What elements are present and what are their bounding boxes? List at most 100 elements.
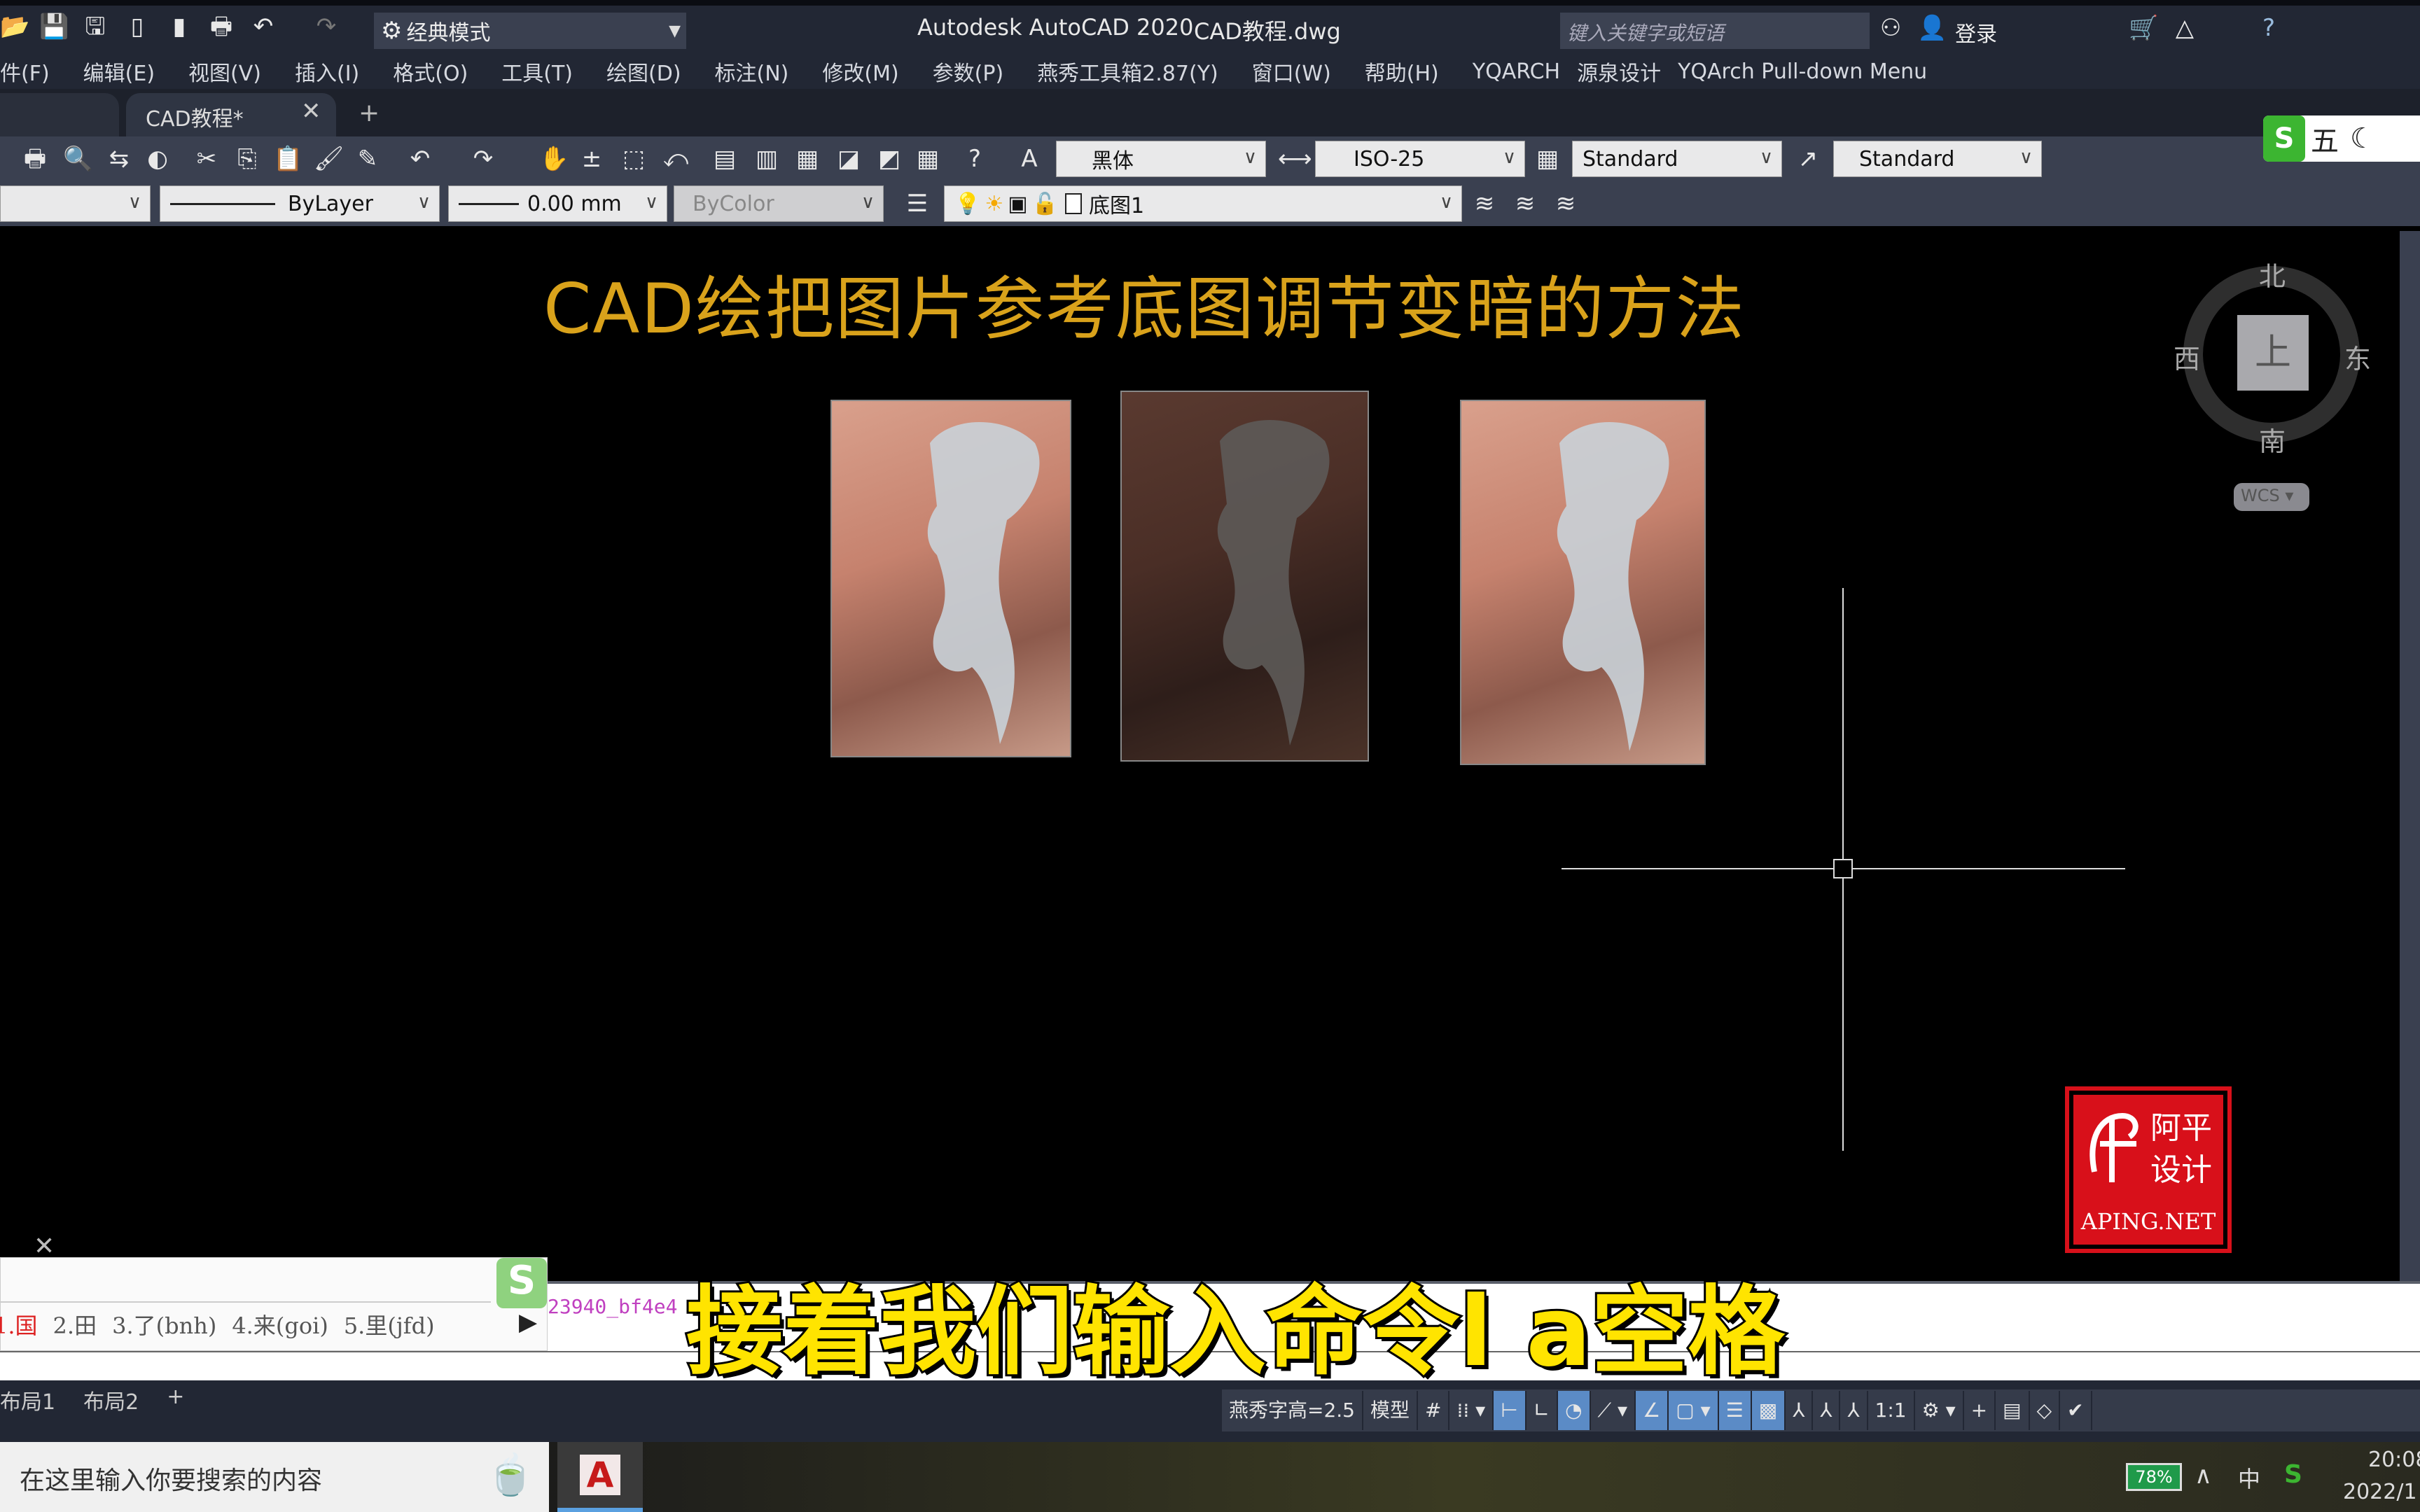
tab-layout1[interactable]: 布局1 [0,1385,55,1415]
color-dropdown[interactable]: ∨ [0,186,151,222]
copy-icon[interactable]: ⎘ [233,144,261,174]
open-icon[interactable]: 📂 [0,11,29,42]
markup-icon[interactable]: ◩ [875,144,903,174]
mleader-style-icon[interactable]: ↗ [1794,144,1822,174]
quick-properties-icon[interactable]: ▤ [1996,1391,2030,1430]
plot-icon[interactable]: 🖶 [21,144,49,174]
tool-palettes-icon[interactable]: ▦ [793,144,821,174]
plot-style-dropdown[interactable]: ByColor ∨ [674,186,884,222]
auto-scale-icon[interactable]: ⅄ [1813,1391,1841,1430]
menu-modify[interactable]: 修改(M) [822,56,898,87]
properties-icon[interactable]: ▤ [711,144,739,174]
publish-icon[interactable]: ▮ [165,11,193,42]
reference-image-restored[interactable] [1460,400,1706,765]
calculator-icon[interactable]: ▦ [914,144,942,174]
grid-icon[interactable]: # [1418,1391,1450,1430]
undo-icon[interactable]: ↶ [406,144,434,174]
login-button[interactable]: 登录 [1955,17,1997,48]
new-layout-button[interactable]: + [167,1385,184,1415]
annotation-scale-icon[interactable]: ⅄ [1840,1391,1868,1430]
design-center-icon[interactable]: ▥ [753,144,781,174]
menu-yqarch[interactable]: YQARCH [1473,59,1560,84]
viewcube-north[interactable]: 北 [2259,255,2286,293]
help-icon[interactable]: ? [961,144,989,174]
menu-parametric[interactable]: 参数(P) [933,56,1004,87]
ime-candidate[interactable]: 4.来(goi) [232,1308,328,1340]
moon-icon[interactable]: ☾ [2350,122,2375,155]
autodesk-app-icon[interactable]: △ [2171,13,2199,43]
plot-icon[interactable]: 🖶 [207,11,235,42]
dim-style-dropdown[interactable]: ISO-25 ∨ [1315,141,1525,177]
linetype-dropdown[interactable]: ByLayer ∨ [160,186,440,222]
ime-candidate[interactable]: 2.田 [53,1308,97,1340]
mleader-style-dropdown[interactable]: Standard ∨ [1833,141,2042,177]
save-as-icon[interactable]: 🖫 [81,11,109,42]
hardware-acceleration-icon[interactable]: ✔ [2060,1391,2092,1430]
menu-edit[interactable]: 编辑(E) [83,56,155,87]
layer-previous-icon[interactable]: ≋ [1511,188,1539,219]
table-style-dropdown[interactable]: Standard ∨ [1572,141,1782,177]
save-icon[interactable]: 💾 [39,11,69,42]
object-snap-icon[interactable]: ▢ ▾ [1669,1391,1719,1430]
tab-layout2[interactable]: 布局2 [83,1385,139,1415]
taskbar-autocad-button[interactable]: A [557,1442,643,1512]
close-command-icon[interactable]: ✕ [34,1232,55,1261]
scale-dropdown[interactable]: 1:1 [1868,1391,1915,1430]
layer-properties-icon[interactable]: ☰ [903,188,931,219]
menu-yuanquan[interactable]: 源泉设计 [1577,56,1661,87]
zoom-realtime-icon[interactable]: ± [578,144,606,174]
object-snap-tracking-icon[interactable]: ∠ [1636,1391,1669,1430]
menu-yanxiu[interactable]: 燕秀工具箱2.87(Y) [1037,56,1218,87]
snap-icon[interactable]: ⁞⁞ ▾ [1449,1391,1494,1430]
ime-candidate[interactable]: 1.国 [0,1308,38,1340]
layer-dropdown[interactable]: 💡 ☀ ▣ 🔓 底图1 ∨ [944,186,1462,222]
menu-tools[interactable]: 工具(T) [501,56,573,87]
text-style-dropdown[interactable]: 黑体 ∨ [1056,141,1266,177]
text-height-indicator[interactable]: 燕秀字高=2.5 [1222,1391,1363,1430]
menu-file[interactable]: 件(F) [0,56,50,87]
binoculars-icon[interactable]: ⚇ [1877,13,1905,43]
reference-image-original[interactable] [830,400,1071,757]
close-icon[interactable]: ✕ [301,97,321,125]
workspace-gear-icon[interactable]: ⚙ ▾ [1915,1391,1964,1430]
menu-window[interactable]: 窗口(W) [1252,56,1331,87]
menu-help[interactable]: 帮助(H) [1365,56,1439,87]
make-current-icon[interactable]: ≋ [1470,188,1498,219]
annotation-visibility-icon[interactable]: ⅄ [1786,1391,1814,1430]
isolate-objects-icon[interactable]: ◇ [2030,1391,2061,1430]
viewcube-east[interactable]: 东 [2344,337,2371,376]
model-space-button[interactable]: 模型 [1363,1391,1419,1430]
tab-start[interactable] [0,93,119,136]
ime-candidate[interactable]: 3.了(bnh) [112,1308,216,1340]
viewcube-south[interactable]: 南 [2259,420,2286,458]
reference-image-darkened[interactable] [1120,391,1369,762]
preview-icon[interactable]: 🔍 [63,144,92,174]
layer-states-icon[interactable]: ≋ [1552,188,1580,219]
menu-insert[interactable]: 插入(I) [295,56,359,87]
block-editor-icon[interactable]: ✎ [354,144,382,174]
redo-icon[interactable]: ↷ [469,144,497,174]
paste-icon[interactable]: 📋 [273,144,302,174]
help-icon[interactable]: ? [2255,13,2283,43]
cut-icon[interactable]: ✂ [193,144,221,174]
ime-indicator[interactable]: 中 [2238,1462,2260,1494]
plus-icon[interactable]: + [1964,1391,1996,1430]
isodraft-icon[interactable]: ⟋ ▾ [1591,1391,1636,1430]
lineweight-dropdown[interactable]: 0.00 mm ∨ [448,186,667,222]
workspace-dropdown[interactable]: ⚙ 经典模式 ▼ [374,13,686,49]
text-style-icon[interactable]: A [1015,144,1043,174]
search-input[interactable]: 键入关键字或短语 [1560,13,1870,49]
table-style-icon[interactable]: ▦ [1534,144,1562,174]
draw-toolbar-right[interactable] [2400,231,2420,1281]
undo-icon[interactable]: ↶ [249,11,277,42]
sheet-set-icon[interactable]: ◪ [835,144,863,174]
3d-dwf-icon[interactable]: ◐ [144,144,172,174]
ime-mode[interactable]: 五 [2311,118,2339,159]
viewcube-top-face[interactable]: 上 [2237,315,2309,391]
drawing-canvas[interactable]: CAD绘把图片参考底图调节变暗的方法 北 南 西 东 上 WCS ▾ 阿平 设计… [0,231,2400,1281]
match-properties-icon[interactable]: 🖌 [314,144,344,174]
clock-time[interactable]: 20:08 [2368,1448,2420,1472]
lineweight-icon[interactable]: ☰ [1718,1391,1752,1430]
ortho-icon[interactable]: ∟ [1527,1391,1559,1430]
pan-icon[interactable]: ✋ [539,144,569,174]
